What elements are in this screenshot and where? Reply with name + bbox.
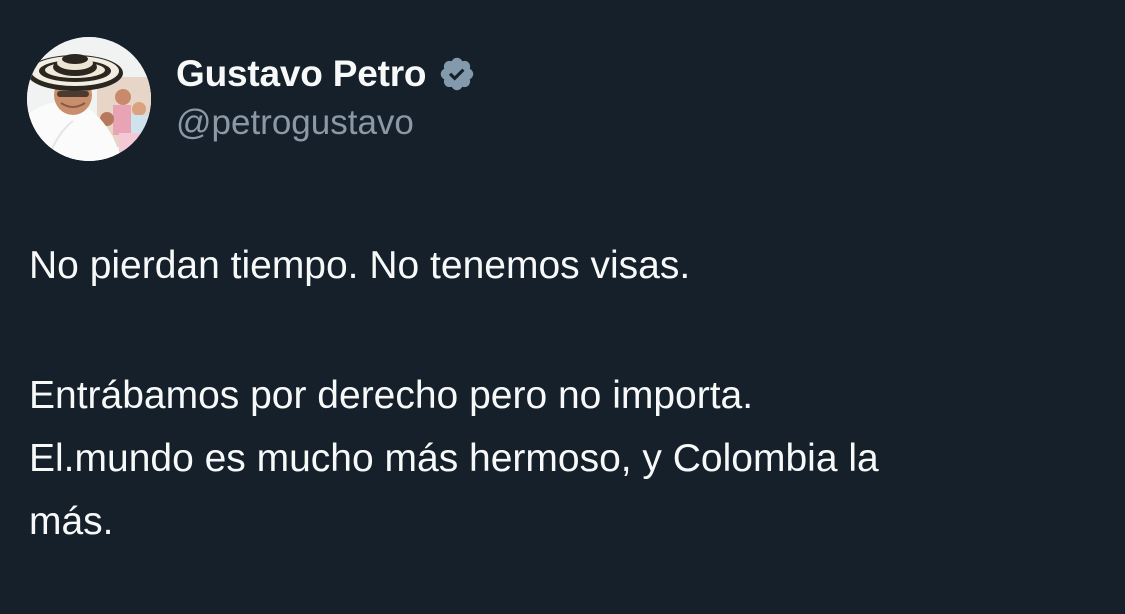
display-name[interactable]: Gustavo Petro [176, 53, 426, 95]
author-handle[interactable]: @petrogustavo [176, 103, 414, 143]
tweet-text-line: Entrábamos por derecho pero no importa. [29, 374, 754, 417]
avatar[interactable] [27, 37, 151, 161]
profile-avatar [27, 37, 151, 161]
verified-badge-icon [438, 55, 476, 93]
tweet-text-paragraph-2: Entrábamos por derecho pero no importa. … [29, 364, 1109, 553]
author-name-row[interactable]: Gustavo Petro [176, 50, 476, 98]
tweet-text-line: No pierdan tiempo. No tenemos visas. [29, 244, 691, 287]
tweet-card: Gustavo Petro @petrogustavo No pierdan t… [0, 0, 1125, 614]
tweet-text-line: El.mundo es mucho más hermoso, y Colombi… [29, 437, 879, 480]
tweet-text-paragraph-1: No pierdan tiempo. No tenemos visas. [29, 234, 1109, 297]
tweet-text-line: más. [29, 500, 114, 543]
